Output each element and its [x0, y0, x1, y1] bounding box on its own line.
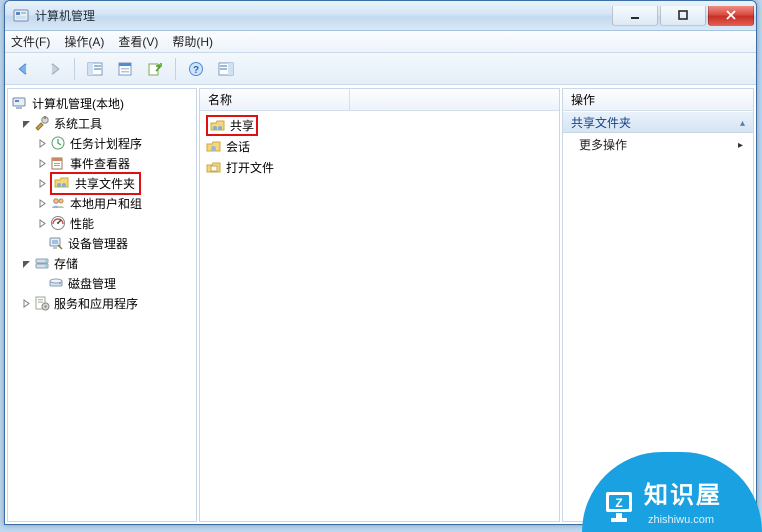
actions-more-label: 更多操作 [579, 136, 627, 153]
svg-text:?: ? [193, 65, 199, 76]
show-hide-tree-button[interactable] [82, 57, 108, 81]
minimize-button[interactable] [612, 6, 658, 26]
content-panes: 计算机管理(本地) 系统工具 任务计划程序 事件查看器 [5, 85, 756, 524]
maximize-button[interactable] [660, 6, 706, 26]
window-controls [612, 6, 754, 26]
tree-pane: 计算机管理(本地) 系统工具 任务计划程序 事件查看器 [7, 88, 197, 522]
tree-body[interactable]: 计算机管理(本地) 系统工具 任务计划程序 事件查看器 [8, 89, 196, 317]
tree-task-scheduler-label: 任务计划程序 [68, 134, 144, 153]
menu-action[interactable]: 操作(A) [64, 33, 104, 50]
titlebar: 计算机管理 [5, 1, 756, 31]
users-icon [50, 195, 66, 211]
tree-system-tools-label: 系统工具 [52, 114, 104, 133]
expander-closed-icon[interactable] [36, 137, 48, 149]
toolbar-separator [175, 58, 176, 80]
actions-header-label: 操作 [571, 91, 595, 108]
tree-disk-management-label: 磁盘管理 [66, 274, 118, 293]
toolbar: ? [5, 53, 756, 85]
expander-open-icon[interactable] [20, 117, 32, 129]
nav-forward-button[interactable] [41, 57, 67, 81]
window-title: 计算机管理 [35, 7, 95, 24]
shared-folder-icon [54, 175, 70, 191]
event-viewer-icon [50, 155, 66, 171]
tree-performance-label: 性能 [68, 214, 96, 233]
tree-storage[interactable]: 存储 [10, 253, 194, 273]
tree-task-scheduler[interactable]: 任务计划程序 [10, 133, 194, 153]
actions-group-title[interactable]: 共享文件夹 [563, 111, 753, 133]
close-button[interactable] [708, 6, 754, 26]
services-icon [34, 295, 50, 311]
actions-group-title-label: 共享文件夹 [571, 114, 631, 131]
disk-icon [48, 275, 64, 291]
expander-open-icon[interactable] [20, 257, 32, 269]
toolbar-separator [74, 58, 75, 80]
tree-disk-management[interactable]: 磁盘管理 [10, 273, 194, 293]
chevron-up-icon [740, 115, 745, 129]
sessions-icon [206, 139, 222, 155]
expander-closed-icon[interactable] [20, 297, 32, 309]
actions-pane: 操作 共享文件夹 更多操作 [562, 88, 754, 522]
highlight-shares: 共享 [206, 115, 258, 136]
column-name[interactable]: 名称 [200, 89, 350, 110]
tree-device-manager-label: 设备管理器 [66, 234, 130, 253]
app-icon [13, 8, 29, 24]
chevron-right-icon [738, 137, 743, 151]
tree-system-tools[interactable]: 系统工具 [10, 113, 194, 133]
tree-event-viewer[interactable]: 事件查看器 [10, 153, 194, 173]
nav-back-button[interactable] [11, 57, 37, 81]
tree-local-users[interactable]: 本地用户和组 [10, 193, 194, 213]
window: 计算机管理 文件(F) 操作(A) 查看(V) 帮助(H) [4, 0, 757, 525]
expander-closed-icon[interactable] [36, 217, 48, 229]
expander-closed-icon[interactable] [36, 177, 48, 189]
tree-storage-label: 存储 [52, 254, 80, 273]
list-header: 名称 [200, 89, 559, 111]
tree-event-viewer-label: 事件查看器 [68, 154, 132, 173]
tree-shared-folders[interactable]: 共享文件夹 [10, 173, 194, 193]
tree-services-apps-label: 服务和应用程序 [52, 294, 140, 313]
column-spacer[interactable] [350, 89, 559, 110]
menu-file[interactable]: 文件(F) [11, 33, 50, 50]
column-name-label: 名称 [208, 91, 232, 108]
tree-root-label: 计算机管理(本地) [30, 94, 126, 113]
expander-closed-icon[interactable] [36, 197, 48, 209]
list-item-open-files-label: 打开文件 [226, 159, 274, 176]
performance-icon [50, 215, 66, 231]
highlight-shared-folders: 共享文件夹 [50, 172, 141, 195]
actions-pane-button[interactable] [213, 57, 239, 81]
clock-icon [50, 135, 66, 151]
list-item-open-files[interactable]: 打开文件 [206, 157, 553, 178]
menu-view[interactable]: 查看(V) [118, 33, 158, 50]
list-item-sessions-label: 会话 [226, 138, 250, 155]
shared-folder-icon [210, 118, 226, 134]
list-pane: 名称 共享 会话 打开文件 [199, 88, 560, 522]
computer-icon [12, 95, 28, 111]
tree-local-users-label: 本地用户和组 [68, 194, 144, 213]
actions-header: 操作 [563, 89, 753, 111]
list-body[interactable]: 共享 会话 打开文件 [200, 111, 559, 182]
list-item-shares[interactable]: 共享 [206, 115, 553, 136]
tools-icon [34, 115, 50, 131]
tree-device-manager[interactable]: 设备管理器 [10, 233, 194, 253]
export-button[interactable] [142, 57, 168, 81]
help-button[interactable]: ? [183, 57, 209, 81]
tree-shared-folders-label: 共享文件夹 [73, 174, 137, 193]
tree-services-apps[interactable]: 服务和应用程序 [10, 293, 194, 313]
menu-help[interactable]: 帮助(H) [172, 33, 213, 50]
device-manager-icon [48, 235, 64, 251]
open-files-icon [206, 160, 222, 176]
expander-closed-icon[interactable] [36, 157, 48, 169]
actions-more[interactable]: 更多操作 [563, 133, 753, 155]
tree-performance[interactable]: 性能 [10, 213, 194, 233]
list-item-shares-label: 共享 [230, 117, 254, 134]
properties-button[interactable] [112, 57, 138, 81]
list-item-sessions[interactable]: 会话 [206, 136, 553, 157]
tree-root[interactable]: 计算机管理(本地) [10, 93, 194, 113]
menubar: 文件(F) 操作(A) 查看(V) 帮助(H) [5, 31, 756, 53]
storage-icon [34, 255, 50, 271]
